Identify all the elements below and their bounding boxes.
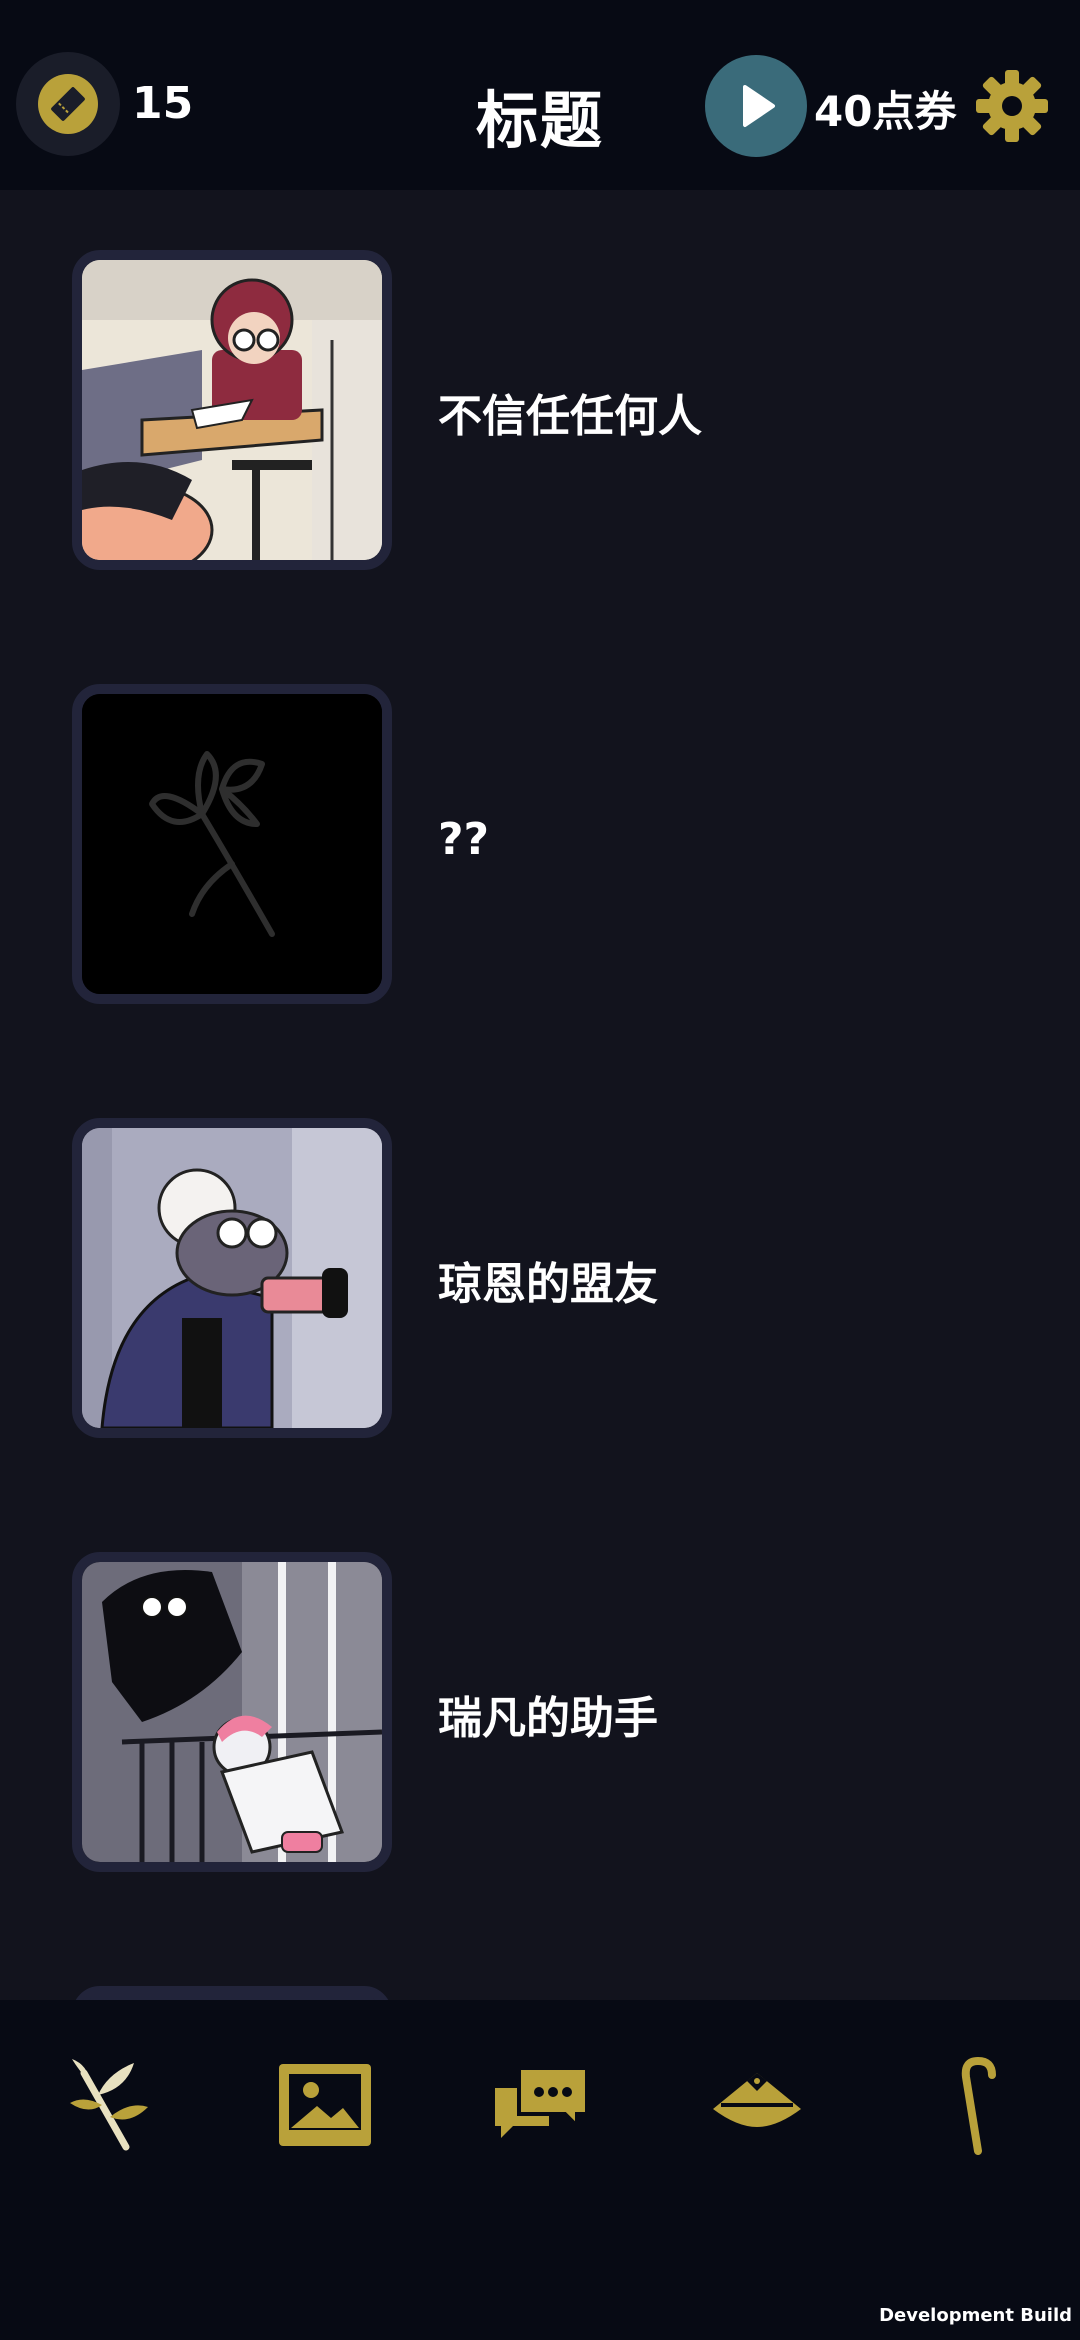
- list-item[interactable]: 瑞凡的助手: [0, 1552, 1080, 1872]
- watch-ad-button[interactable]: [705, 55, 807, 157]
- old-lady-image: [82, 1128, 382, 1428]
- points-label: 40点券: [814, 87, 957, 136]
- list-item[interactable]: ??: [0, 684, 1080, 1004]
- chat-icon: [495, 2066, 589, 2138]
- thumbnail-balcony: [72, 1552, 392, 1872]
- thumbnail-old-lady: [72, 1118, 392, 1438]
- top-bar: 15 标题 40点券: [0, 0, 1080, 190]
- thumbnail-dark-flower: [72, 684, 392, 1004]
- nav-gallery[interactable]: [270, 2050, 380, 2160]
- nav-branch[interactable]: [54, 2050, 164, 2160]
- thumbnail-girl-at-desk: [72, 250, 392, 570]
- play-icon: [743, 85, 775, 127]
- item-title: 不信任任何人: [438, 391, 702, 442]
- girl-at-desk-image: [82, 260, 382, 560]
- nav-messages[interactable]: [486, 2050, 596, 2160]
- item-title: ??: [438, 814, 490, 865]
- hat-icon: [713, 2073, 801, 2127]
- list-item[interactable]: 琼恩的盟友: [0, 1118, 1080, 1438]
- item-title: 瑞凡的助手: [438, 1693, 658, 1744]
- nav-cane[interactable]: [918, 2050, 1028, 2160]
- item-title: 琼恩的盟友: [438, 1259, 658, 1310]
- balcony-image: [82, 1562, 382, 1862]
- dev-build-label: Development Build: [879, 2305, 1072, 2326]
- bottom-nav: Development Build: [0, 2000, 1080, 2340]
- dark-flower-image: [82, 694, 382, 994]
- leaf-branch-icon: [70, 2059, 148, 2151]
- gear-icon[interactable]: [972, 66, 1052, 146]
- list-item[interactable]: 不信任任何人: [0, 250, 1080, 570]
- cane-icon: [961, 2056, 996, 2155]
- gallery-icon: [279, 2064, 371, 2146]
- nav-hat[interactable]: [702, 2050, 812, 2160]
